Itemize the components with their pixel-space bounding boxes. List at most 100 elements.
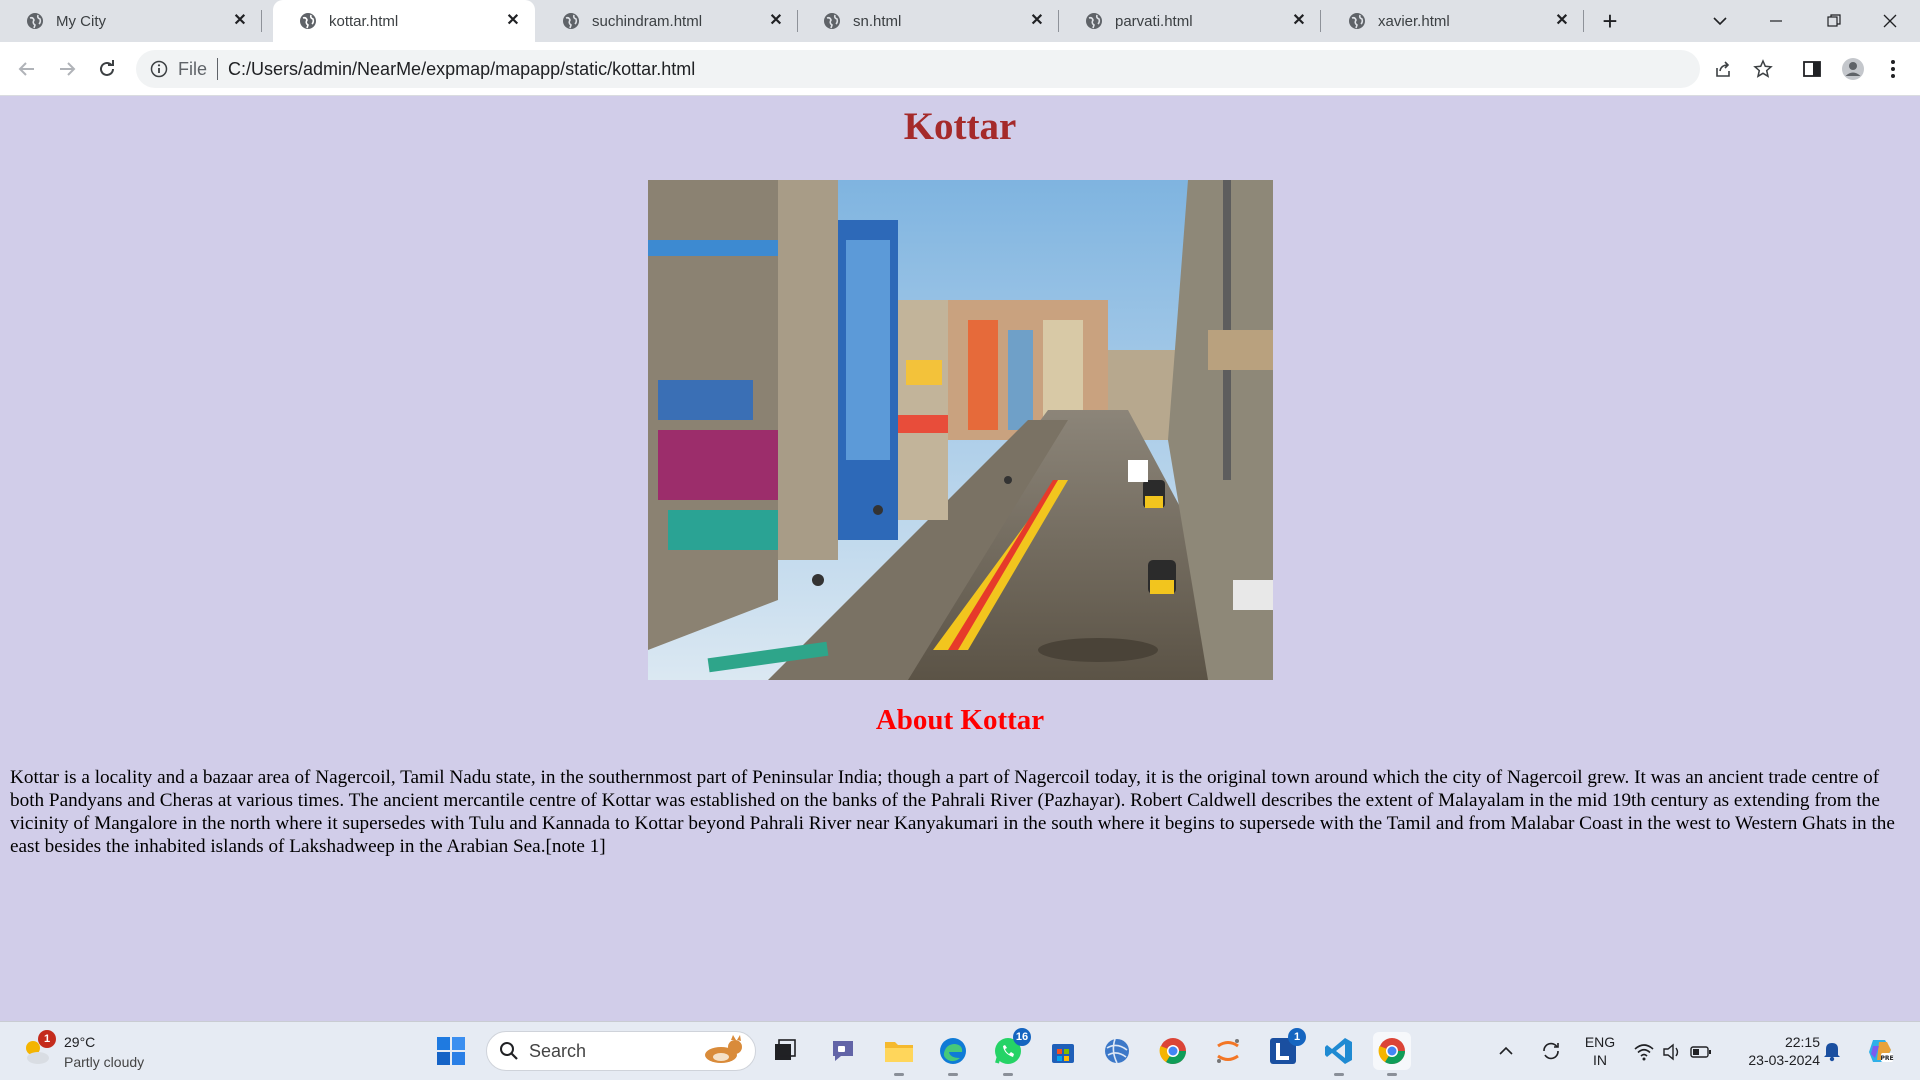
vscode-button[interactable] [1320, 1032, 1358, 1076]
tab-strip: My City ✕ kottar.html ✕ suchindram.html … [0, 0, 1920, 42]
info-icon[interactable] [150, 60, 168, 78]
scheme-label: File [178, 58, 208, 79]
restore-icon [1827, 14, 1841, 27]
chrome-button[interactable] [1154, 1032, 1192, 1070]
l-app-button[interactable]: 1 [1264, 1028, 1306, 1070]
start-button[interactable] [432, 1032, 470, 1070]
tab-title: suchindram.html [592, 12, 703, 30]
arrow-left-icon [18, 62, 34, 76]
page-title: Kottar [903, 105, 1017, 148]
globe-icon [300, 13, 316, 29]
edge-button[interactable] [934, 1032, 972, 1076]
taskbar-search[interactable]: Search [486, 1031, 756, 1071]
tab-title: My City [56, 12, 106, 30]
close-window-button[interactable] [1862, 0, 1918, 42]
sync-tray-button[interactable] [1536, 1032, 1566, 1070]
tab-title: sn.html [853, 12, 902, 30]
bell-icon [1824, 1043, 1840, 1062]
windows-taskbar: 1 29°C Partly cloudy Search 16 1 ENG IN … [0, 1021, 1920, 1080]
arrow-right-icon [60, 62, 76, 76]
tab-xavier[interactable]: xavier.html ✕ [1322, 0, 1584, 42]
teams-chat-button[interactable] [824, 1032, 862, 1070]
forward-button[interactable] [52, 54, 82, 84]
chevron-down-icon [1713, 17, 1727, 26]
tab-title: parvati.html [1115, 12, 1193, 30]
task-view-button[interactable] [766, 1032, 804, 1070]
search-icon [500, 1042, 518, 1060]
star-icon [1753, 59, 1773, 78]
close-tab-icon[interactable]: ✕ [1289, 11, 1309, 31]
globe-icon [563, 13, 579, 29]
close-tab-icon[interactable]: ✕ [1027, 11, 1047, 31]
globe-icon [27, 13, 43, 29]
close-tab-icon[interactable]: ✕ [1552, 11, 1572, 31]
bookmark-button[interactable] [1748, 54, 1778, 84]
restore-button[interactable] [1806, 0, 1862, 42]
tab-separator [1320, 10, 1321, 32]
tab-parvati[interactable]: parvati.html ✕ [1059, 0, 1321, 42]
chrome-icon [1378, 1038, 1406, 1065]
reload-icon [100, 60, 114, 76]
tab-sn[interactable]: sn.html ✕ [797, 0, 1059, 42]
wifi-icon [1634, 1044, 1654, 1061]
language-indicator[interactable]: ENG IN [1580, 1033, 1620, 1069]
globe-icon [1086, 13, 1102, 29]
back-button[interactable] [12, 54, 42, 84]
close-tab-icon[interactable]: ✕ [766, 11, 786, 31]
copilot-button[interactable]: PRE [1862, 1032, 1898, 1070]
battery-icon [1690, 1046, 1711, 1058]
region-code: IN [1593, 1052, 1607, 1068]
page-content: Kottar About Kottar Kottar is a locality… [0, 96, 1920, 1021]
close-tab-icon[interactable]: ✕ [503, 11, 523, 31]
whatsapp-button[interactable]: 16 [989, 1028, 1031, 1076]
weather-widget[interactable]: 1 29°C Partly cloudy [20, 1030, 170, 1074]
clock[interactable]: 22:15 23-03-2024 [1728, 1033, 1820, 1069]
l-app-badge: 1 [1288, 1028, 1306, 1046]
notifications-button[interactable] [1817, 1032, 1847, 1070]
minimize-button[interactable] [1748, 0, 1804, 42]
tab-search-button[interactable] [1692, 0, 1748, 42]
menu-button[interactable] [1878, 54, 1908, 84]
globe-network-icon [1105, 1038, 1129, 1064]
show-hidden-icons-button[interactable] [1494, 1032, 1518, 1070]
weather-condition: Partly cloudy [64, 1054, 145, 1070]
jupyter-button[interactable] [1209, 1032, 1247, 1070]
network-app-button[interactable] [1098, 1032, 1136, 1070]
tab-separator [261, 10, 262, 32]
url-text[interactable]: C:/Users/admin/NearMe/expmap/mapapp/stat… [228, 59, 695, 80]
close-tab-icon[interactable]: ✕ [230, 11, 250, 31]
side-panel-button[interactable] [1797, 54, 1827, 84]
close-icon [1883, 14, 1897, 28]
address-bar[interactable]: File C:/Users/admin/NearMe/expmap/mapapp… [136, 50, 1700, 88]
share-icon [1716, 61, 1730, 77]
globe-icon [1349, 13, 1365, 29]
new-tab-button[interactable]: + [1596, 8, 1624, 36]
chrome-active-button[interactable] [1373, 1032, 1411, 1076]
tab-suchindram[interactable]: suchindram.html ✕ [536, 0, 798, 42]
reload-button[interactable] [92, 54, 122, 84]
folder-icon [885, 1042, 913, 1062]
vscode-icon [1325, 1038, 1352, 1064]
clock-time: 22:15 [1784, 1034, 1820, 1050]
share-button[interactable] [1708, 54, 1738, 84]
tab-title: xavier.html [1378, 12, 1450, 30]
task-view-icon [775, 1039, 796, 1060]
volume-icon [1663, 1043, 1679, 1061]
tab-my-city[interactable]: My City ✕ [0, 0, 262, 42]
clock-date: 23-03-2024 [1748, 1052, 1820, 1068]
quick-settings-button[interactable] [1634, 1040, 1716, 1064]
language-code: ENG [1584, 1034, 1616, 1050]
chrome-icon [1159, 1038, 1187, 1065]
side-panel-icon [1803, 61, 1821, 77]
edge-icon [940, 1038, 966, 1064]
about-heading: About Kottar [875, 704, 1045, 736]
store-button[interactable] [1044, 1032, 1082, 1070]
about-paragraph: Kottar is a locality and a bazaar area o… [10, 767, 1895, 857]
chat-icon [833, 1041, 853, 1061]
whatsapp-badge: 16 [1013, 1028, 1031, 1046]
profile-button[interactable] [1838, 54, 1868, 84]
tab-kottar[interactable]: kottar.html ✕ [273, 0, 535, 42]
svg-text:PRE: PRE [1880, 1055, 1893, 1062]
sync-icon [1543, 1042, 1559, 1060]
file-explorer-button[interactable] [880, 1032, 918, 1076]
